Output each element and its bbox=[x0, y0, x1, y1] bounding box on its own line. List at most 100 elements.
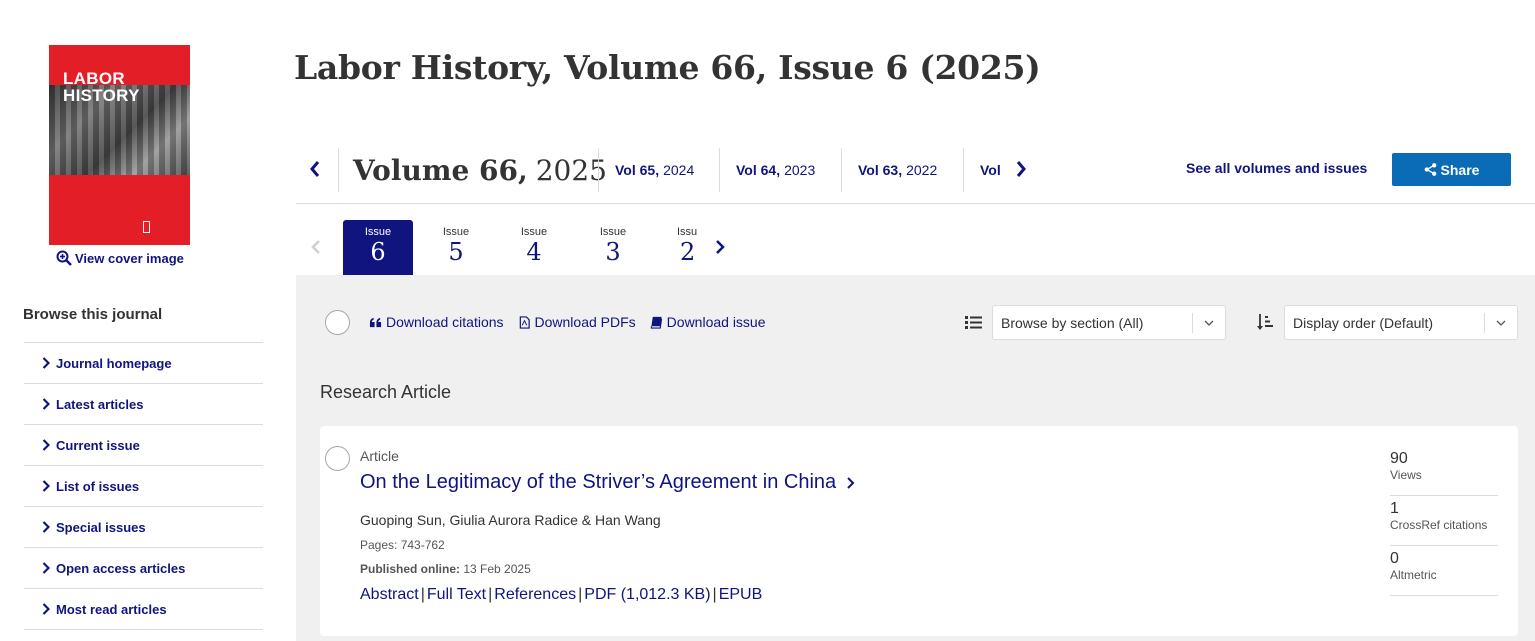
page-title: Labor History, Volume 66, Issue 6 (2025) bbox=[294, 48, 1041, 87]
article-title-link[interactable]: On the Legitimacy of the Striver’s Agree… bbox=[360, 471, 855, 494]
epub-link[interactable]: EPUB bbox=[719, 586, 763, 604]
article-authors: Guoping Sun, Giulia Aurora Radice & Han … bbox=[360, 512, 661, 528]
issue-tab-number: 4 bbox=[526, 238, 542, 266]
metric-views: 90 Views bbox=[1390, 446, 1498, 496]
volume-number: Vol 64, bbox=[736, 162, 781, 178]
article-pages: Pages: 743-762 bbox=[360, 538, 445, 552]
previous-volume-chevron-icon[interactable] bbox=[308, 159, 322, 179]
browse-journal-list: Journal homepage Latest articles Current… bbox=[24, 342, 263, 630]
issue-tab-number: 6 bbox=[370, 238, 386, 266]
view-cover-image-link[interactable]: View cover image bbox=[56, 250, 184, 266]
volume-number: Vol 65, bbox=[615, 162, 660, 178]
published-date: 13 Feb 2025 bbox=[463, 562, 531, 576]
display-order-value: Display order (Default) bbox=[1293, 314, 1434, 331]
download-issue-label: Download issue bbox=[666, 314, 766, 330]
issue-tab-label: Issue bbox=[442, 226, 470, 238]
display-order-select[interactable]: Display order (Default) bbox=[1284, 305, 1518, 340]
volume-year: 2023 bbox=[784, 162, 816, 178]
tab-issue-2[interactable]: Issu 2 bbox=[677, 220, 699, 275]
sidebar-item-label: Journal homepage bbox=[56, 355, 172, 371]
link-separator: | bbox=[488, 586, 493, 603]
select-divider bbox=[1484, 313, 1485, 333]
share-icon bbox=[1424, 163, 1436, 176]
cover-title-line2: HISTORY bbox=[63, 86, 140, 105]
article-card: Article On the Legitimacy of the Striver… bbox=[320, 426, 1518, 636]
book-icon bbox=[650, 316, 662, 329]
published-label: Published online: bbox=[360, 562, 461, 576]
chevron-right-icon bbox=[42, 439, 50, 451]
chevron-down-icon bbox=[1496, 320, 1506, 326]
volume-number: Vol 63, bbox=[858, 162, 903, 178]
pdf-link[interactable]: PDF (1,012.3 KB) bbox=[584, 586, 710, 604]
metric-label: Altmetric bbox=[1390, 568, 1437, 582]
current-volume-label: Volume 66, 2025 bbox=[338, 148, 607, 192]
issue-tab-number: 5 bbox=[448, 238, 464, 266]
next-volume-chevron-icon[interactable] bbox=[1014, 159, 1028, 179]
current-volume-number: Volume 66, bbox=[353, 153, 528, 187]
see-all-volumes-link[interactable]: See all volumes and issues bbox=[1186, 160, 1367, 176]
tab-issue-5[interactable]: Issue 5 bbox=[421, 220, 491, 275]
tab-issue-6[interactable]: Issue 6 bbox=[343, 220, 413, 281]
volume-navigation: Volume 66, 2025 Vol 65, 2024 Vol 64, 2023 … bbox=[296, 135, 1535, 204]
metric-value: 1 bbox=[1390, 500, 1399, 517]
article-title: On the Legitimacy of the Striver’s Agree… bbox=[360, 471, 837, 493]
select-divider bbox=[1192, 313, 1193, 333]
sidebar-item-label: Latest articles bbox=[56, 396, 144, 412]
download-issue-link[interactable]: Download issue bbox=[650, 314, 766, 330]
browse-by-section-select[interactable]: Browse by section (All) bbox=[992, 305, 1226, 340]
download-citations-label: Download citations bbox=[386, 314, 504, 330]
sidebar-item-label: Open access articles bbox=[56, 560, 186, 576]
sidebar-item-latest-articles[interactable]: Latest articles bbox=[24, 384, 263, 425]
metric-value: 90 bbox=[1390, 450, 1408, 467]
volume-year: 2022 bbox=[906, 162, 938, 178]
sidebar-item-open-access-articles[interactable]: Open access articles bbox=[24, 548, 263, 589]
download-citations-link[interactable]: Download citations bbox=[369, 314, 504, 330]
issue-tab-label: Issu bbox=[677, 226, 698, 238]
next-issue-chevron-icon[interactable] bbox=[714, 238, 726, 256]
issue-navigation: Issue 6 Issue 5 Issue 4 Issue 3 Issu 2 bbox=[296, 205, 1535, 281]
sidebar-item-special-issues[interactable]: Special issues bbox=[24, 507, 263, 548]
volume-number: Vol bbox=[980, 162, 1001, 178]
abstract-link[interactable]: Abstract bbox=[360, 586, 419, 604]
section-heading: Research Article bbox=[320, 382, 452, 402]
volume-link-truncated[interactable]: Vol bbox=[963, 148, 1007, 192]
share-button[interactable]: Share bbox=[1392, 153, 1511, 186]
publisher-logo-icon bbox=[143, 221, 150, 233]
sidebar-item-label: Most read articles bbox=[56, 601, 167, 617]
sidebar-item-journal-homepage[interactable]: Journal homepage bbox=[24, 343, 263, 384]
link-separator: | bbox=[420, 586, 425, 603]
select-all-checkbox[interactable] bbox=[325, 310, 350, 335]
sidebar-item-label: List of issues bbox=[56, 478, 140, 494]
download-actions: Download citations Download PDFs Downloa… bbox=[369, 314, 766, 330]
chevron-right-icon bbox=[42, 521, 50, 533]
full-text-link[interactable]: Full Text bbox=[427, 586, 486, 604]
chevron-right-icon bbox=[847, 476, 855, 489]
issue-tab-label: Issue bbox=[599, 226, 627, 238]
tab-issue-3[interactable]: Issue 3 bbox=[578, 220, 648, 275]
cover-title-line1: LABOR bbox=[63, 69, 125, 88]
volume-link-64[interactable]: Vol 64, 2023 bbox=[719, 148, 841, 192]
chevron-right-icon bbox=[42, 398, 50, 410]
sidebar-item-list-of-issues[interactable]: List of issues bbox=[24, 466, 263, 507]
metric-label: Views bbox=[1390, 468, 1422, 482]
references-link[interactable]: References bbox=[494, 586, 576, 604]
volume-link-65[interactable]: Vol 65, 2024 bbox=[598, 148, 719, 192]
sidebar-item-label: Special issues bbox=[56, 519, 146, 535]
browse-by-section-value: Browse by section (All) bbox=[1001, 314, 1144, 331]
issue-tab-label: Issue bbox=[364, 226, 392, 238]
download-pdfs-link[interactable]: Download PDFs bbox=[518, 314, 636, 330]
article-metrics: 90 Views 1 CrossRef citations 0 Altmetri… bbox=[1390, 446, 1498, 596]
article-type: Article bbox=[360, 448, 399, 464]
sidebar-item-most-read-articles[interactable]: Most read articles bbox=[24, 589, 263, 630]
article-select-checkbox[interactable] bbox=[325, 446, 350, 471]
issue-tab-number: 2 bbox=[680, 238, 696, 266]
previous-issue-chevron-icon[interactable] bbox=[310, 238, 322, 256]
issue-tab-label: Issue bbox=[520, 226, 548, 238]
article-links: Abstract | Full Text | References | PDF (1,… bbox=[360, 586, 762, 604]
metric-value: 0 bbox=[1390, 550, 1399, 567]
volume-link-63[interactable]: Vol 63, 2022 bbox=[841, 148, 963, 192]
tab-issue-4[interactable]: Issue 4 bbox=[499, 220, 569, 275]
journal-cover-image[interactable]: LABOR HISTORY bbox=[49, 45, 190, 245]
chevron-down-icon bbox=[1204, 320, 1214, 326]
sidebar-item-current-issue[interactable]: Current issue bbox=[24, 425, 263, 466]
